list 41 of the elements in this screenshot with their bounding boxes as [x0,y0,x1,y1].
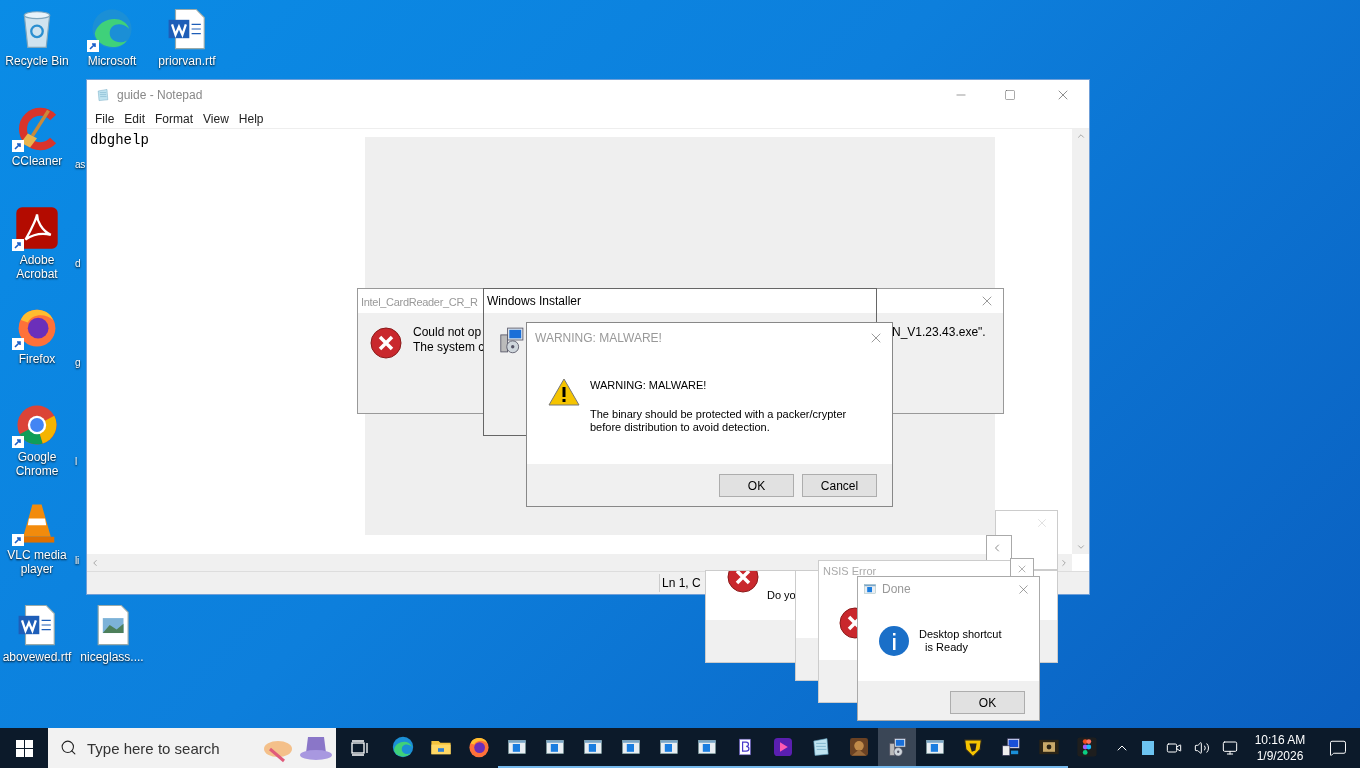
warning-message: before distribution to avoid detection. [590,420,771,434]
dialog-message: N_V1.23.43.exe". [892,324,986,341]
desktop-icon-label[interactable]: CCleaner [11,154,63,168]
desktop-icon-label[interactable]: niceglass.... [80,650,144,664]
desktop-icon-label[interactable]: li [75,553,79,568]
warning-heading: WARNING: MALWARE! [590,378,708,393]
window-title: NSIS Error [823,564,877,579]
dialog-button[interactable]: Cancel [802,474,877,497]
status-text: Ln 1, C [659,574,701,592]
dialog-message: Could not op [413,324,482,341]
desktop-icon-label[interactable]: l [75,454,77,469]
desktop-icon-label[interactable]: d [75,256,81,271]
desktop-icon-label[interactable]: as [75,157,85,172]
desktop-icon-label[interactable]: Firefox [18,352,56,366]
menu-item[interactable]: Help [233,109,269,128]
desktop-icon-label[interactable]: g [75,355,81,370]
desktop-icon-label[interactable]: abovewed.rtf [2,650,72,664]
window-title: Done [882,581,912,598]
window-title: Windows Installer [487,293,582,310]
menu-item[interactable]: Edit [119,109,151,128]
window-title: guide - Notepad [117,86,203,104]
desktop-icon-label[interactable]: Google Chrome [0,450,74,478]
menu-item[interactable]: File [90,109,120,128]
menu-item[interactable]: Format [150,109,199,128]
menu-item[interactable]: View [198,109,234,128]
clock[interactable]: 10:16 AM 1/9/2026 [1244,728,1316,768]
dialog-button[interactable]: OK [950,691,1025,714]
search-field[interactable]: Type here to search [48,728,336,768]
desktop-icon-label[interactable]: Microsoft [87,54,137,68]
desktop-icon-label[interactable]: Adobe Acrobat [0,253,74,281]
info-message: is Ready [924,641,969,654]
desktop-icon-label[interactable]: VLC media player [0,548,74,576]
window-title: Intel_CardReader_CR_R [361,295,478,310]
dialog-button[interactable]: OK [719,474,794,497]
info-message: Desktop shortcut [919,628,1002,641]
notepad-text: dbghelp [90,131,149,150]
window-title: WARNING: MALWARE! [535,330,663,347]
dialog-message: Do yo [767,588,796,603]
warning-message: The binary should be protected with a packer/crypter [590,407,847,421]
desktop-icon-label[interactable]: priorvan.rtf [158,54,216,68]
desktop-icon-label[interactable]: Recycle Bin [5,54,69,68]
